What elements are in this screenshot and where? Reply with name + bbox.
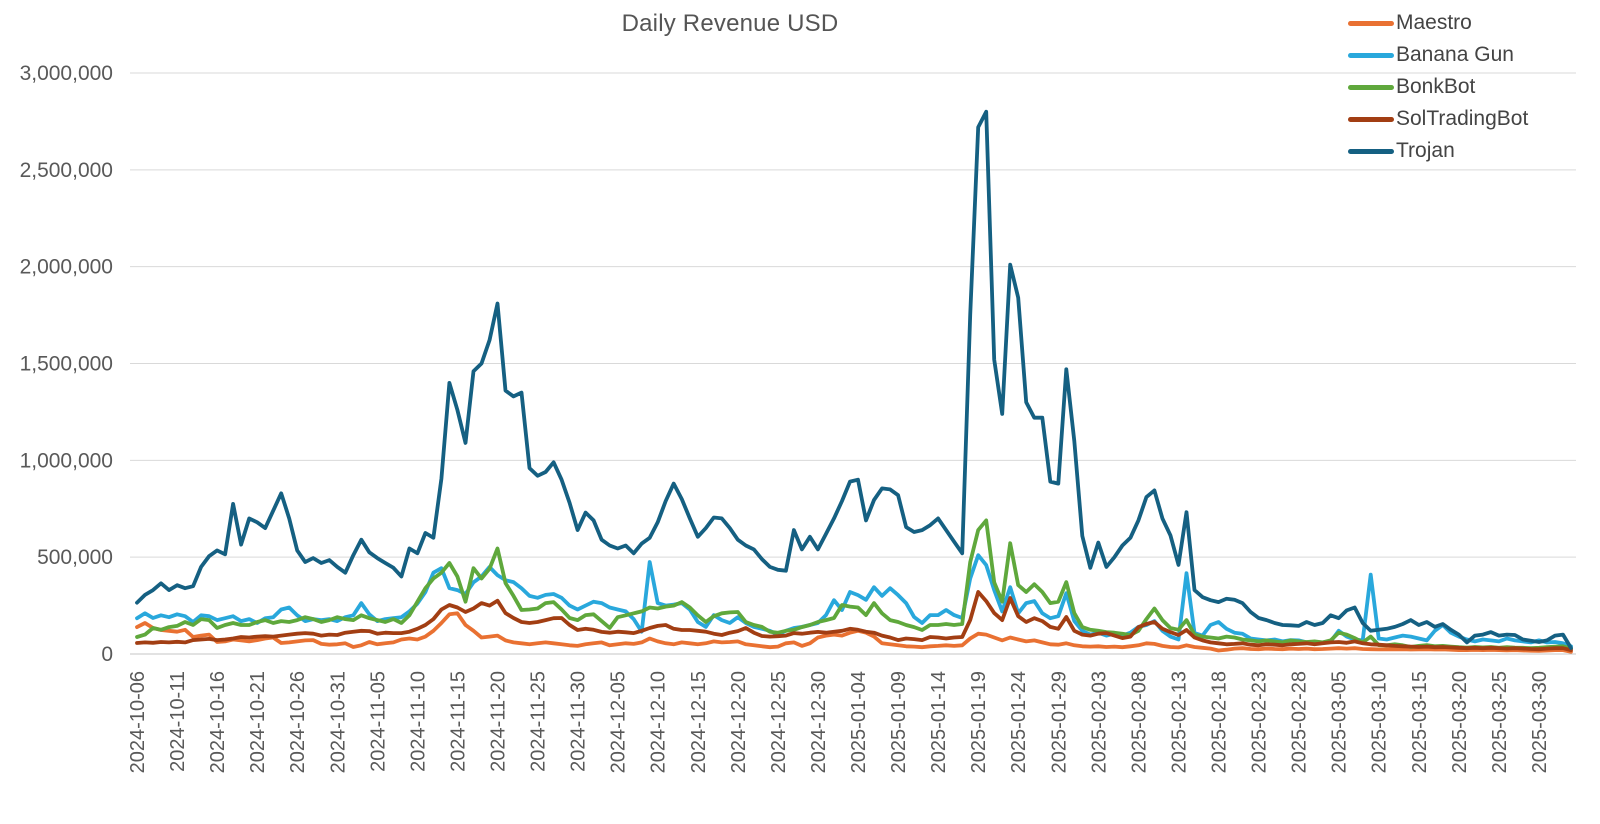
legend-item-trojan: Trojan [1348, 140, 1528, 162]
legend-label: Maestro [1396, 11, 1472, 35]
legend-label: Trojan [1396, 139, 1455, 163]
chart-title: Daily Revenue USD [130, 10, 1330, 38]
x-tick-label: 2024-11-20 [488, 671, 510, 772]
x-tick-label: 2025-03-10 [1369, 671, 1391, 773]
x-tick-label: 2024-11-10 [407, 671, 429, 772]
x-tick-label: 2025-03-30 [1529, 671, 1551, 773]
series-line-trojan [137, 112, 1571, 648]
x-tick-label: 2024-11-30 [568, 671, 590, 772]
legend-item-bonkbot: BonkBot [1348, 76, 1528, 98]
y-tick-label: 1,500,000 [20, 353, 113, 376]
x-tick-label: 2025-02-03 [1088, 671, 1110, 773]
x-tick-label: 2024-10-31 [327, 671, 349, 773]
legend-line-swatch [1348, 21, 1394, 26]
x-tick-label: 2025-01-29 [1048, 671, 1070, 773]
legend-line-swatch [1348, 53, 1394, 58]
x-tick-label: 2024-10-11 [167, 671, 189, 772]
y-tick-label: 3,000,000 [20, 62, 113, 85]
y-tick-label: 1,000,000 [20, 449, 113, 472]
x-tick-label: 2025-02-28 [1289, 671, 1311, 773]
legend-label: BonkBot [1396, 75, 1475, 99]
x-tick-label: 2025-01-04 [848, 671, 870, 773]
x-tick-label: 2024-12-20 [728, 671, 750, 773]
legend-label: SolTradingBot [1396, 107, 1528, 131]
x-tick-label: 2025-01-14 [928, 671, 950, 773]
legend-item-banana-gun: Banana Gun [1348, 44, 1528, 66]
x-tick-label: 2025-02-13 [1168, 671, 1190, 773]
x-tick-label: 2024-10-21 [247, 671, 269, 773]
legend-item-soltradingbot: SolTradingBot [1348, 108, 1528, 130]
x-tick-label: 2024-12-15 [688, 671, 710, 773]
legend: Maestro Banana Gun BonkBot SolTradingBot Tro… [1348, 12, 1528, 162]
y-tick-label: 500,000 [37, 546, 113, 569]
y-tick-label: 0 [101, 643, 113, 666]
x-tick-label: 2024-11-05 [367, 671, 389, 772]
x-tick-label: 2025-02-18 [1209, 671, 1231, 773]
x-tick-label: 2025-03-05 [1329, 671, 1351, 773]
x-tick-label: 2024-11-15 [447, 671, 469, 772]
x-tick-label: 2024-10-16 [207, 671, 229, 773]
x-tick-label: 2025-03-20 [1449, 671, 1471, 773]
x-tick-label: 2025-03-25 [1489, 671, 1511, 773]
legend-line-swatch [1348, 117, 1394, 122]
x-tick-label: 2025-02-23 [1249, 671, 1271, 773]
legend-line-swatch [1348, 85, 1394, 90]
legend-line-swatch [1348, 149, 1394, 154]
x-tick-label: 2024-12-10 [648, 671, 670, 773]
x-tick-label: 2024-12-30 [808, 671, 830, 773]
x-tick-label: 2025-03-15 [1409, 671, 1431, 773]
x-tick-label: 2025-01-24 [1008, 671, 1030, 773]
legend-label: Banana Gun [1396, 43, 1514, 67]
x-tick-label: 2024-10-26 [287, 671, 309, 773]
x-tick-label: 2025-02-08 [1128, 671, 1150, 773]
y-tick-label: 2,500,000 [20, 159, 113, 182]
x-tick-label: 2024-12-05 [608, 671, 630, 773]
x-tick-label: 2024-11-25 [528, 671, 550, 772]
x-tick-label: 2025-01-19 [968, 671, 990, 773]
x-tick-label: 2024-12-25 [768, 671, 790, 773]
legend-item-maestro: Maestro [1348, 12, 1528, 34]
x-tick-label: 2024-10-06 [127, 671, 149, 773]
x-tick-label: 2025-01-09 [888, 671, 910, 773]
y-tick-label: 2,000,000 [20, 256, 113, 279]
chart-area: 0 500,000 1,000,000 1,500,000 2,000,000 2,500… [0, 0, 1600, 824]
